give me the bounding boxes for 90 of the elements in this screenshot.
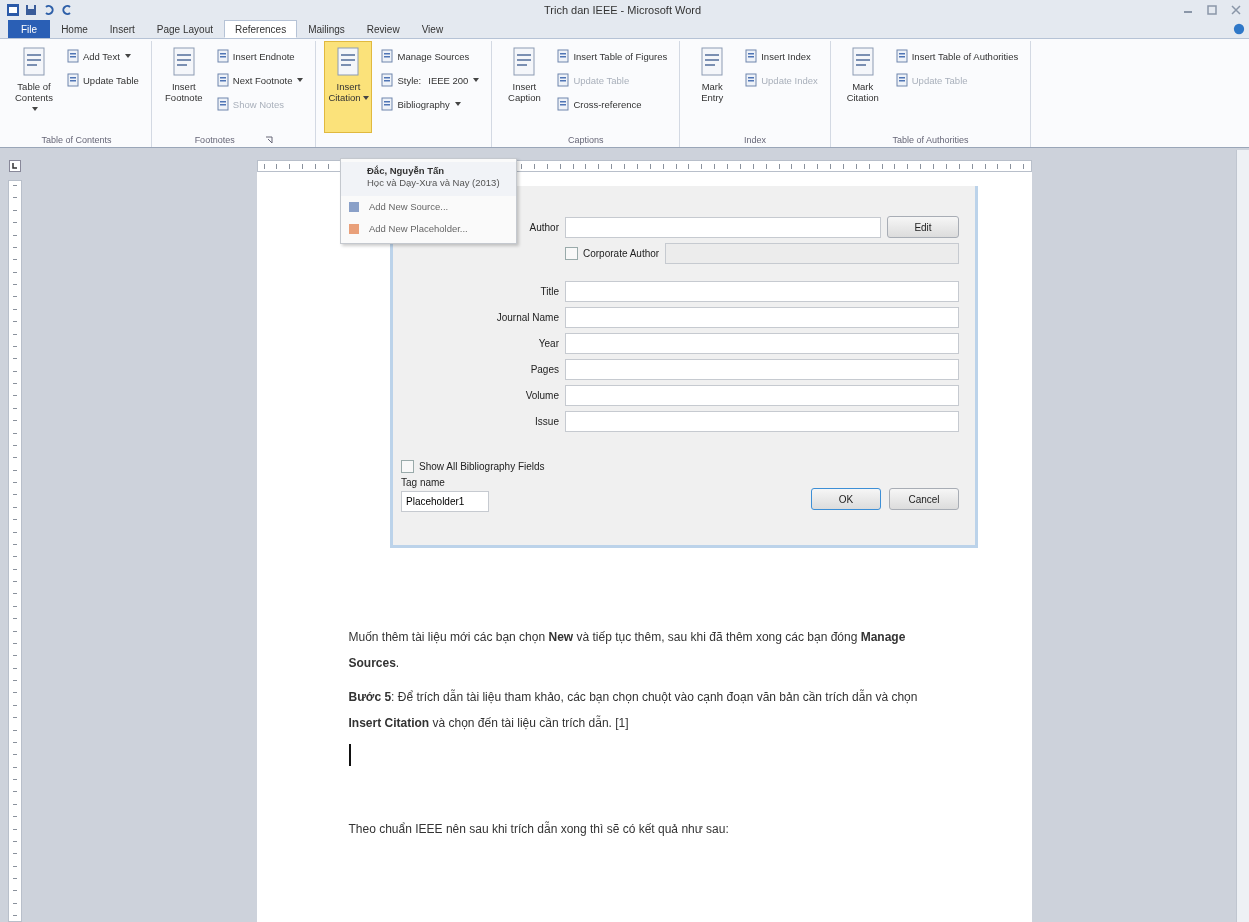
field-label: Author <box>529 221 559 233</box>
field-label: Issue <box>535 416 559 427</box>
input-field[interactable] <box>565 411 959 432</box>
source-author: Đắc, Nguyễn Tấn <box>367 165 446 178</box>
ribbon-button[interactable]: Style: IEEE 200 <box>376 69 484 91</box>
field-label: Year <box>538 338 559 349</box>
ribbon-tab[interactable]: Page Layout <box>145 20 224 38</box>
menu-item[interactable]: Add New Placeholder... <box>341 217 516 240</box>
ribbon-button[interactable]: Insert Endnote <box>211 45 308 67</box>
field-label: Title <box>540 286 559 297</box>
document-icon <box>744 49 759 63</box>
restore-icon[interactable] <box>1205 3 1219 17</box>
ribbon-tab[interactable]: File <box>8 20 51 38</box>
document-icon <box>380 49 395 63</box>
dialog-launcher-icon[interactable] <box>264 136 273 144</box>
ribbon-button[interactable]: Add Text <box>62 45 143 67</box>
show-all-fields-checkbox[interactable]: Show All Bibliography Fields <box>401 460 545 473</box>
ribbon-tab[interactable]: Mailings <box>297 20 356 38</box>
field-label: Journal Name <box>496 312 559 323</box>
ok-button[interactable]: OK <box>811 488 881 510</box>
ribbon-button[interactable]: Manage Sources <box>376 45 484 67</box>
caret-icon <box>32 107 38 112</box>
ribbon-button[interactable]: Next Footnote <box>211 69 308 91</box>
save-icon[interactable] <box>24 3 38 17</box>
field-label: Volume <box>525 390 559 401</box>
group-label: Footnotes <box>194 135 235 145</box>
tag-name-field[interactable]: Placeholder1 <box>401 491 489 512</box>
ribbon-button[interactable]: Bibliography <box>376 93 484 115</box>
ribbon-tab[interactable]: Insert <box>98 20 146 38</box>
ribbon-button[interactable]: Update Table <box>62 69 143 91</box>
cancel-button[interactable]: Cancel <box>889 488 959 510</box>
caret-icon <box>297 78 304 82</box>
ribbon-tab[interactable]: Review <box>355 20 411 38</box>
caret-icon <box>473 78 480 82</box>
document-icon <box>744 73 759 87</box>
ribbon-tab[interactable]: References <box>224 20 298 38</box>
paragraph: Bước 5: Để trích dẫn tài liệu tham khảo, các bạn chọn chuột vào cạnh đoạn văn bản cần trích dẫn và chọn Insert Citation và chọn đến tài liệu cần trích dẫn. [1] <box>348 688 919 732</box>
help-icon[interactable] <box>1233 23 1245 35</box>
document-icon <box>556 97 571 111</box>
document-icon <box>66 49 80 63</box>
document-icon <box>556 49 571 63</box>
ribbon-button[interactable]: Table of Contents <box>10 41 58 133</box>
input-field[interactable] <box>565 385 959 406</box>
document-icon <box>894 73 909 87</box>
group-label: Table of Contents <box>41 135 112 145</box>
ribbon-tab[interactable]: View <box>410 20 455 38</box>
caret-icon <box>362 96 369 101</box>
ribbon-tab[interactable]: Home <box>50 20 99 38</box>
ribbon-button[interactable]: Insert Table of Figures <box>552 45 672 67</box>
paragraph: Muốn thêm tài liệu mới các bạn chọn New và tiếp tục thêm, sau khi đã thêm xong các bạn đóng Manage Sources. <box>348 629 907 672</box>
ribbon-button[interactable]: Insert Caption <box>500 41 549 133</box>
scrollbar[interactable] <box>1236 150 1249 922</box>
document-icon <box>556 73 571 87</box>
document-icon <box>66 73 80 87</box>
input-field[interactable] <box>565 359 959 380</box>
ribbon-button[interactable]: Insert Table of Authorities <box>890 45 1023 67</box>
document-icon <box>215 49 230 63</box>
ribbon-button[interactable]: Mark Entry <box>688 41 737 133</box>
document-icon <box>380 97 395 111</box>
ribbon-button[interactable]: Mark Citation <box>838 41 887 133</box>
field-label: Pages <box>530 364 559 375</box>
caret-icon <box>454 102 461 106</box>
group-label: Captions <box>568 135 604 145</box>
tab-selector-icon[interactable] <box>9 160 21 172</box>
document-icon <box>215 73 230 87</box>
ribbon-button[interactable]: Insert Citation <box>324 41 373 133</box>
word-logo-icon <box>6 3 20 17</box>
document-icon <box>894 49 909 63</box>
input-field[interactable] <box>565 333 959 354</box>
edit-button[interactable]: Edit <box>887 216 959 238</box>
menu-item[interactable]: Add New Source... <box>341 195 516 218</box>
group-label: Index <box>743 135 766 145</box>
corporate-author-checkbox[interactable]: Corporate Author <box>565 247 660 260</box>
close-icon[interactable] <box>1229 3 1243 17</box>
document-icon <box>380 73 395 87</box>
group-label: Table of Authorities <box>892 135 969 145</box>
source-menu-item[interactable]: Đắc, Nguyễn Tấn Học và Dạy-Xưa và Nay (2013) <box>341 162 516 196</box>
source-title: Học và Dạy-Xưa và Nay (2013) <box>367 177 501 190</box>
input-field[interactable] <box>565 307 959 328</box>
tag-name-label: Tag name <box>401 477 446 488</box>
ribbon-button[interactable]: Insert Index <box>740 45 822 67</box>
text-cursor <box>348 744 351 766</box>
ribbon-button[interactable]: Insert Footnote <box>159 41 208 133</box>
document-icon <box>215 97 230 111</box>
caret-icon <box>124 54 131 58</box>
window-title: Trich dan IEEE - Microsoft Word <box>544 4 702 16</box>
author-field[interactable] <box>565 216 881 238</box>
ribbon-button[interactable]: Cross-reference <box>552 93 672 115</box>
input-field[interactable] <box>565 281 959 302</box>
paragraph: Theo chuẩn IEEE nên sau khi trích dẫn xong thì sẽ có kết quả như sau: <box>348 820 730 838</box>
